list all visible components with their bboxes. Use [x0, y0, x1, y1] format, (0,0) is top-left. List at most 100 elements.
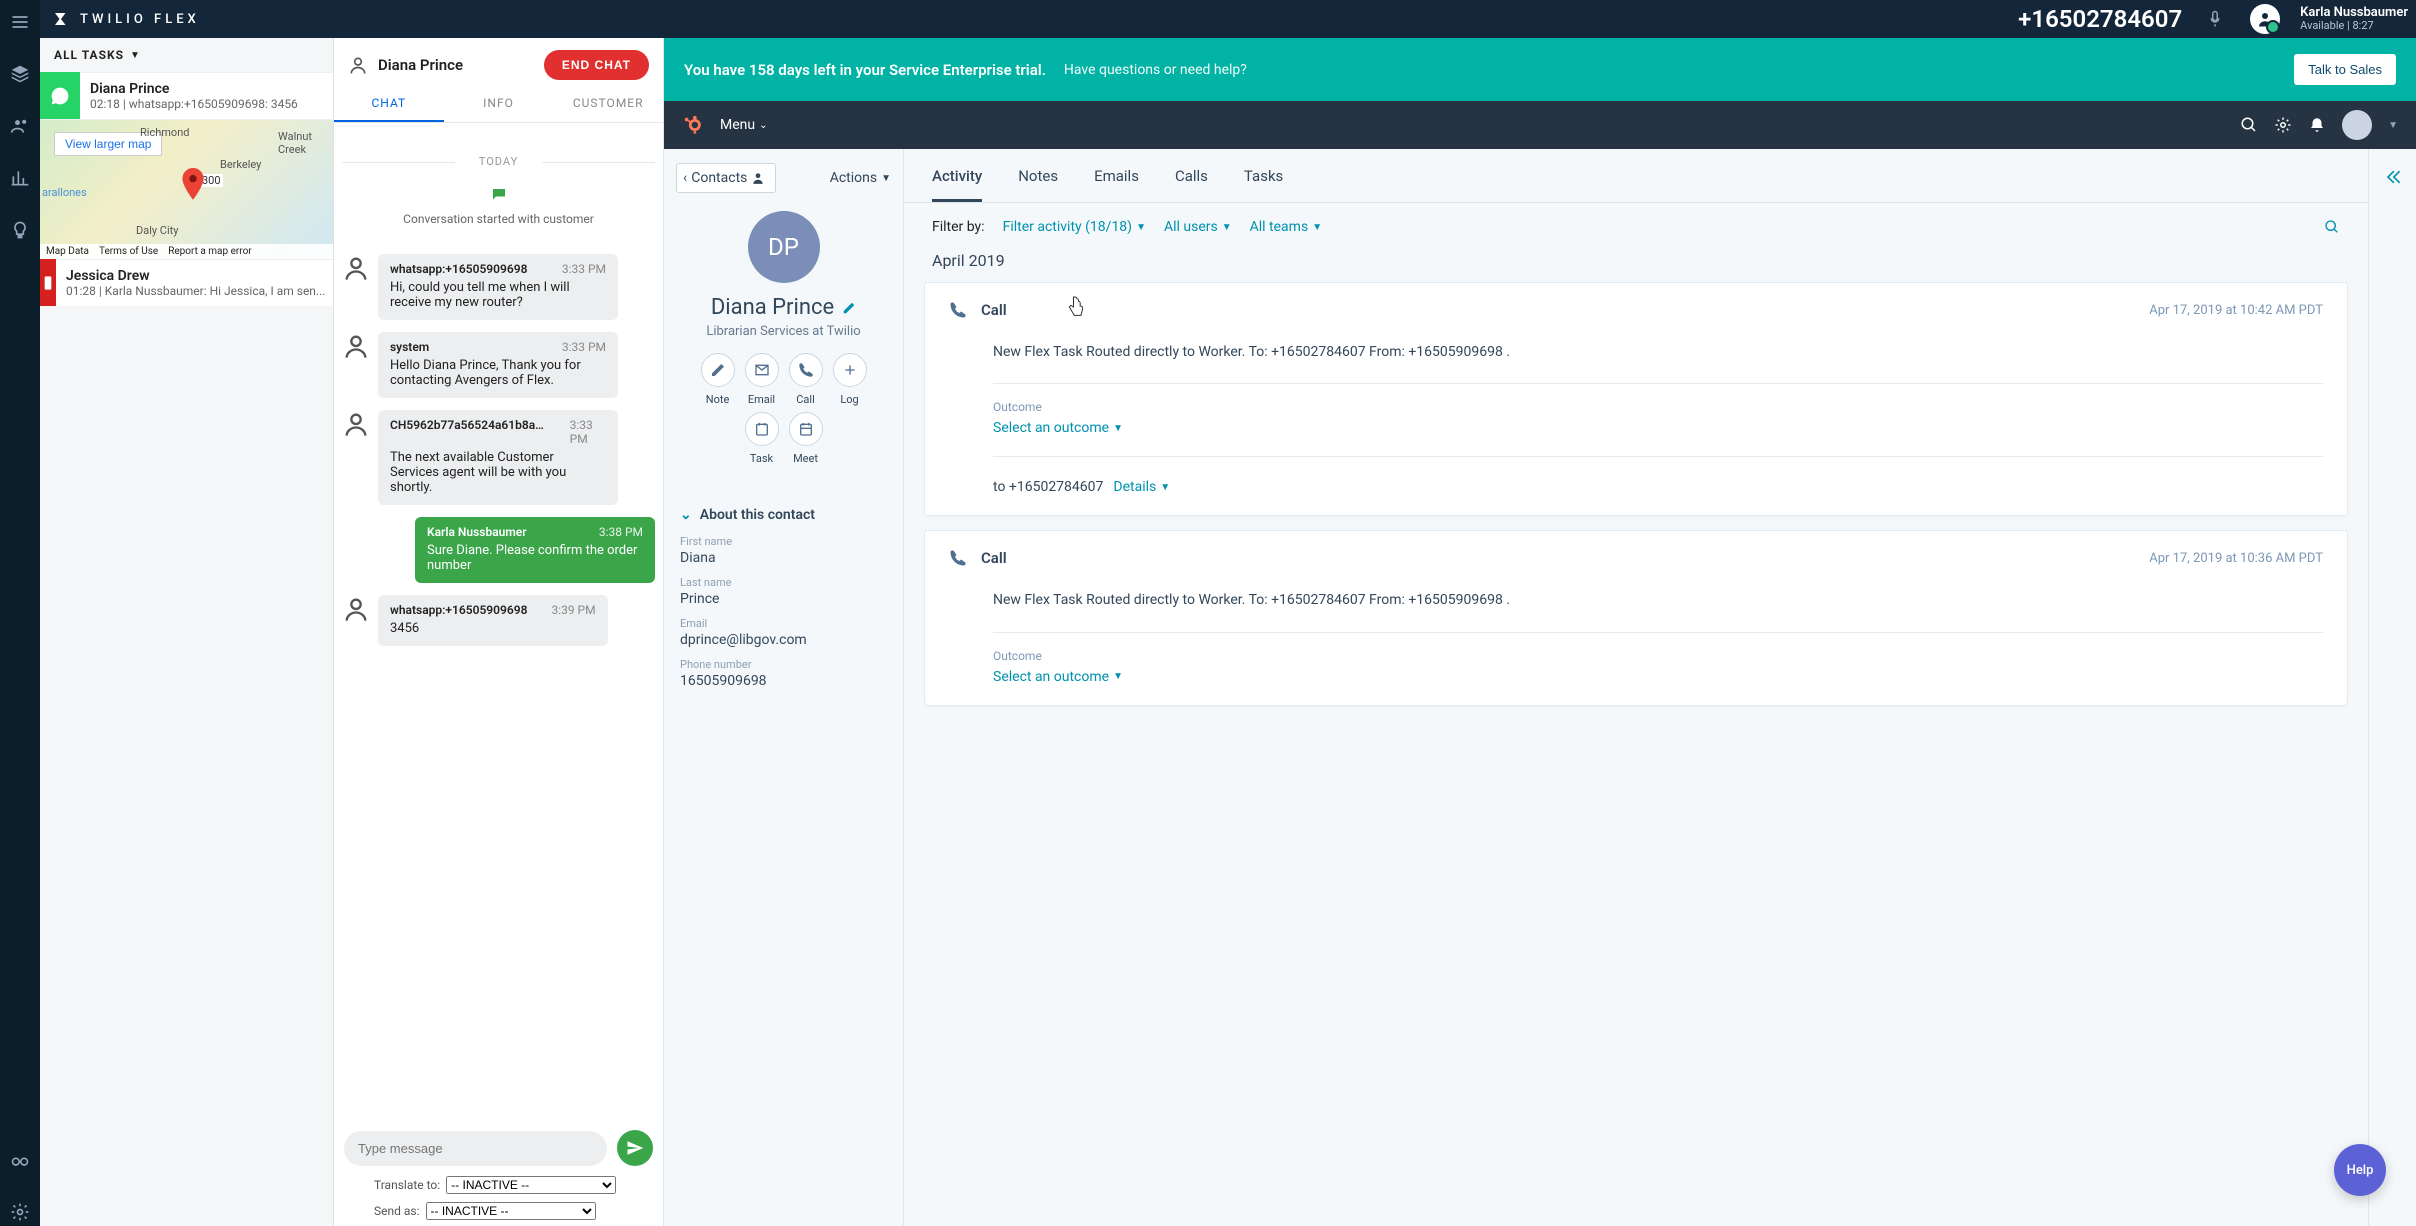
stats-icon[interactable] [10, 168, 30, 192]
email-icon [754, 362, 770, 378]
edit-pencil-icon[interactable] [842, 301, 856, 315]
activity-date: Apr 17, 2019 at 10:36 AM PDT [2149, 551, 2323, 566]
msg-text: Sure Diane. Please confirm the order num… [427, 543, 643, 573]
msg-from: whatsapp:+16505909698 [390, 603, 527, 617]
contact-action-log[interactable]: Log [829, 353, 871, 406]
msg-text: Hi, could you tell me when I will receiv… [390, 280, 606, 310]
first-name-value[interactable]: Diana [680, 550, 887, 566]
tab-notes[interactable]: Notes [1018, 167, 1058, 202]
bell-icon[interactable] [2308, 116, 2326, 134]
tab-customer[interactable]: CUSTOMER [553, 86, 663, 122]
tab-emails[interactable]: Emails [1094, 167, 1139, 202]
hs-user-avatar[interactable] [2342, 110, 2372, 140]
chat-message: CH5962b77a56524a61b8a1d2c4...3:33 PMThe … [342, 410, 655, 505]
task-title: Diana Prince [90, 81, 323, 97]
hs-menu-dropdown[interactable]: Menu⌄ [720, 117, 768, 133]
microphone-icon[interactable] [2206, 10, 2224, 28]
contact-action-note[interactable]: Note [697, 353, 739, 406]
message-input[interactable] [344, 1131, 607, 1166]
tab-chat[interactable]: CHAT [334, 86, 444, 122]
task-subtitle: 01:28 | Karla Nussbaumer: Hi Jessica, I … [66, 284, 325, 298]
bulb-icon[interactable] [10, 220, 30, 244]
tab-calls[interactable]: Calls [1175, 167, 1208, 202]
end-chat-button[interactable]: END CHAT [544, 50, 649, 80]
filter-teams-dropdown[interactable]: All teams▼ [1250, 219, 1322, 235]
filter-activity-dropdown[interactable]: Filter activity (18/18)▼ [1003, 219, 1146, 235]
chat-message: whatsapp:+165059096983:39 PM3456 [342, 595, 655, 646]
search-icon[interactable] [2324, 219, 2340, 235]
person-icon [342, 410, 370, 438]
dialer-number[interactable]: +16502784607 [2018, 5, 2182, 33]
contact-action-task[interactable]: Task [741, 412, 783, 465]
contact-sidebar: ‹Contacts Actions▼ DP Diana Prince Libra… [664, 149, 904, 1226]
menu-icon[interactable] [10, 12, 30, 36]
about-contact-toggle[interactable]: ⌄About this contact [680, 507, 887, 523]
help-fab-button[interactable]: Help [2334, 1144, 2386, 1196]
contact-action-call[interactable]: Call [785, 353, 827, 406]
collapse-chevron-icon[interactable] [2383, 167, 2403, 187]
chat-customer-name: Diana Prince [378, 56, 534, 74]
phone-value[interactable]: 16505909698 [680, 673, 887, 689]
send-button[interactable] [617, 1130, 653, 1166]
tasks-dropdown[interactable]: ALL TASKS▼ [40, 38, 333, 72]
contact-action-email[interactable]: Email [741, 353, 783, 406]
msg-from: Karla Nussbaumer [427, 525, 527, 539]
tasks-panel: ALL TASKS▼ Diana Prince 02:18 | whatsapp… [40, 38, 334, 1226]
settings-gear-icon[interactable] [2274, 116, 2292, 134]
trial-question: Have questions or need help? [1064, 62, 1247, 78]
brand: TWILIO FLEX [52, 10, 200, 28]
last-name-value[interactable]: Prince [680, 591, 887, 607]
msg-time: 3:33 PM [562, 262, 606, 276]
send-as-select[interactable]: -- INACTIVE -- [426, 1202, 596, 1220]
task-item[interactable]: Diana Prince 02:18 | whatsapp:+165059096… [40, 72, 333, 119]
task-title: Jessica Drew [66, 268, 325, 284]
contact-action-meet[interactable]: Meet [785, 412, 827, 465]
msg-time: 3:33 PM [562, 340, 606, 354]
activity-body: New Flex Task Routed directly to Worker.… [949, 319, 2323, 363]
task-item[interactable]: Jessica Drew 01:28 | Karla Nussbaumer: H… [40, 259, 333, 306]
glasses-icon[interactable] [10, 1150, 30, 1174]
tab-tasks[interactable]: Tasks [1244, 167, 1283, 202]
chat-bubble-icon [489, 186, 509, 204]
hs-navbar: Menu⌄ ▼ [664, 101, 2416, 149]
activity-card: CallApr 17, 2019 at 10:36 AM PDTNew Flex… [924, 530, 2348, 705]
people-icon[interactable] [10, 116, 30, 140]
hubspot-logo-icon [682, 114, 704, 136]
call-icon [798, 362, 814, 378]
agent-avatar[interactable] [2250, 4, 2280, 34]
outcome-dropdown[interactable]: Select an outcome ▼ [993, 669, 1123, 685]
chat-message: whatsapp:+165059096983:33 PMHi, could yo… [342, 254, 655, 320]
activity-date: Apr 17, 2019 at 10:42 AM PDT [2149, 303, 2323, 318]
msg-text: The next available Customer Services age… [390, 450, 606, 495]
filter-users-dropdown[interactable]: All users▼ [1164, 219, 1232, 235]
person-icon [342, 595, 370, 623]
tab-activity[interactable]: Activity [932, 167, 982, 202]
email-value[interactable]: dprince@libgov.com [680, 632, 887, 648]
search-icon[interactable] [2240, 116, 2258, 134]
talk-to-sales-button[interactable]: Talk to Sales [2294, 54, 2396, 85]
task-icon [754, 421, 770, 437]
person-icon [342, 332, 370, 360]
map-attribution: Map Data Terms of Use Report a map error [40, 244, 333, 259]
actions-dropdown[interactable]: Actions▼ [830, 170, 891, 186]
translate-to-select[interactable]: -- INACTIVE -- [446, 1176, 616, 1194]
msg-text: Hello Diana Prince, Thank you for contac… [390, 358, 606, 388]
layers-icon[interactable] [10, 64, 30, 88]
filter-by-label: Filter by: [932, 219, 985, 235]
map-preview[interactable]: View larger map Richmond Berkeley Walnut… [40, 119, 333, 259]
person-icon [751, 171, 765, 185]
msg-time: 3:38 PM [599, 525, 643, 539]
back-to-contacts-button[interactable]: ‹Contacts [676, 163, 776, 193]
whatsapp-icon [50, 86, 70, 106]
agent-meta[interactable]: Karla Nussbaumer Available | 8:27 [2300, 6, 2408, 32]
timeline-month: April 2019 [904, 245, 2368, 282]
gear-icon[interactable] [10, 1202, 30, 1226]
outcome-label: Outcome [993, 400, 2323, 414]
details-dropdown[interactable]: Details ▼ [1113, 479, 1170, 495]
chat-tabs: CHAT INFO CUSTOMER [334, 86, 663, 123]
outcome-dropdown[interactable]: Select an outcome ▼ [993, 420, 1123, 436]
chat-message: system3:33 PMHello Diana Prince, Thank y… [342, 332, 655, 398]
tab-info[interactable]: INFO [444, 86, 554, 122]
brand-text: TWILIO FLEX [80, 12, 200, 27]
contact-name: Diana Prince [711, 295, 834, 320]
